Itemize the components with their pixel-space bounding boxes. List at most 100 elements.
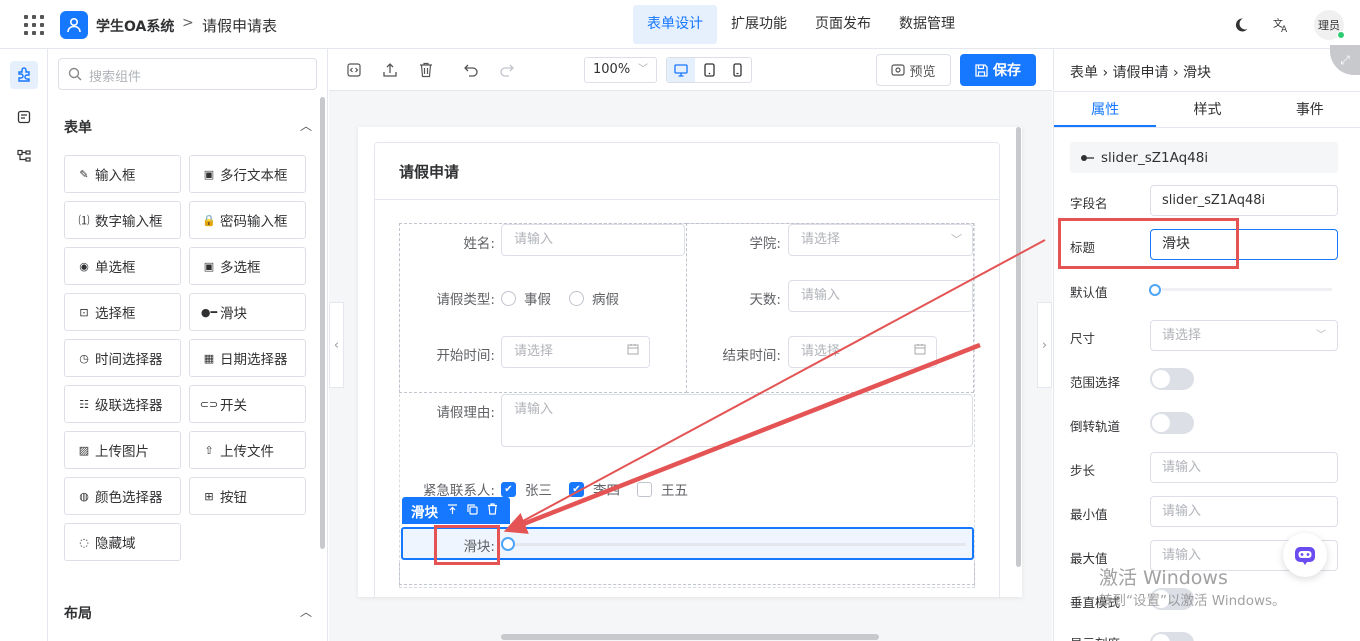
component-label: 多行文本框 [220, 168, 288, 184]
radio-sick-leave[interactable]: 病假 [569, 288, 619, 308]
reason-textarea[interactable]: 请输入 [501, 394, 973, 447]
page-title: 请假申请表 [202, 17, 278, 35]
apps-grid-icon[interactable] [24, 15, 44, 35]
checkbox-contact-zhangsan[interactable]: ✔ 张三 [501, 479, 552, 499]
library-scrollbar[interactable] [320, 97, 325, 549]
component-upload[interactable]: ⇧ 上传文件 [189, 431, 306, 469]
reason-label: 请假理由: [436, 405, 495, 421]
end-time-picker[interactable]: 请选择 [788, 336, 937, 368]
collapse-right-panel-chevron-icon[interactable]: › [1037, 302, 1052, 388]
component-checkbox[interactable]: ▣ 多选框 [189, 247, 306, 285]
copy-icon[interactable] [467, 503, 478, 518]
name-input[interactable]: 请输入 [501, 224, 685, 256]
reverse-track-toggle[interactable] [1150, 412, 1194, 434]
nav-publish[interactable]: 页面发布 [801, 5, 885, 44]
step-input[interactable]: 请输入 [1150, 452, 1338, 483]
delete-icon[interactable] [487, 503, 498, 518]
code-view-icon[interactable] [344, 60, 364, 80]
radio-personal-leave[interactable]: 事假 [501, 288, 551, 308]
import-upload-icon[interactable] [380, 60, 400, 80]
component-label: 日期选择器 [220, 352, 288, 368]
translate-icon[interactable]: 文A [1271, 14, 1293, 36]
move-top-icon[interactable] [447, 503, 458, 518]
nav-extensions[interactable]: 扩展功能 [717, 5, 801, 44]
preview-button[interactable]: 预览 [876, 54, 951, 86]
show-ticks-toggle[interactable] [1150, 632, 1194, 641]
checkbox-icon: ▣ [203, 259, 215, 273]
canvas-horizontal-scrollbar[interactable] [501, 634, 879, 640]
checkbox-contact-lisi[interactable]: ✔ 李四 [569, 479, 620, 499]
rail-outline-tree-icon[interactable] [10, 142, 38, 170]
default-value-label: 默认值 [1070, 285, 1108, 300]
tab-styles[interactable]: 样式 [1156, 92, 1258, 127]
button-icon: ⊞ [204, 489, 214, 503]
component-search-input[interactable]: 搜索组件 [58, 58, 317, 90]
collapse-chevron-up-icon[interactable]: ︿ [300, 603, 312, 620]
component-number[interactable]: ⑴ 数字输入框 [64, 201, 181, 239]
breadcrumb-separator: > [182, 15, 194, 31]
sheet-scrollbar[interactable] [1016, 127, 1021, 567]
college-select[interactable]: 请选择 ﹀ [788, 224, 973, 256]
default-value-slider-handle[interactable] [1149, 284, 1161, 296]
save-button[interactable]: 保存 [960, 54, 1036, 86]
preview-eye-icon [891, 64, 906, 76]
size-label: 尺寸 [1070, 331, 1096, 346]
desktop-device-icon[interactable] [667, 58, 695, 82]
field-name-input[interactable]: slider_sZ1Aq48i [1150, 185, 1338, 216]
days-input[interactable]: 请输入 [788, 280, 973, 312]
end-time-label: 结束时间: [722, 348, 781, 364]
undo-icon[interactable] [461, 60, 481, 80]
slider-handle[interactable] [501, 537, 515, 551]
dark-mode-moon-icon[interactable] [1230, 14, 1252, 36]
save-disk-icon [975, 63, 988, 77]
clear-trash-icon[interactable] [416, 60, 436, 80]
component-eye-off[interactable]: ◌ 隐藏域 [64, 523, 181, 561]
search-icon [68, 67, 82, 85]
component-calendar[interactable]: ▦ 日期选择器 [189, 339, 306, 377]
slider-track[interactable] [511, 543, 966, 546]
step-label: 步长 [1070, 463, 1096, 478]
component-select[interactable]: ⊡ 选择框 [64, 293, 181, 331]
component-image[interactable]: ▨ 上传图片 [64, 431, 181, 469]
checkbox-contact-wangwu[interactable]: 王五 [637, 479, 688, 499]
rail-components-icon[interactable] [10, 61, 38, 89]
component-label: 级联选择器 [95, 398, 163, 414]
component-switch[interactable]: ⊂⊃ 开关 [189, 385, 306, 423]
checkbox-label: 王五 [661, 483, 688, 499]
size-select[interactable]: 请选择 ﹀ [1150, 320, 1338, 351]
rail-datasource-icon[interactable] [10, 103, 38, 131]
tablet-device-icon[interactable] [695, 58, 723, 82]
start-time-picker[interactable]: 请选择 [501, 336, 650, 368]
component-palette[interactable]: ◍ 颜色选择器 [64, 477, 181, 515]
mobile-device-icon[interactable] [723, 58, 751, 82]
user-avatar[interactable]: 理员 [1314, 10, 1345, 40]
select-icon: ⊡ [79, 305, 89, 319]
component-cascader[interactable]: ☷ 级联选择器 [64, 385, 181, 423]
component-radio[interactable]: ◉ 单选框 [64, 247, 181, 285]
tab-attributes[interactable]: 属性 [1054, 92, 1157, 127]
breadcrumb-leave-form[interactable]: 请假申请 [1113, 65, 1169, 81]
collapse-left-panel-chevron-icon[interactable]: ‹ [329, 302, 344, 388]
min-value-input[interactable]: 请输入 [1150, 496, 1338, 527]
component-button[interactable]: ⊞ 按钮 [189, 477, 306, 515]
component-clock[interactable]: ◷ 时间选择器 [64, 339, 181, 377]
redo-icon[interactable] [497, 60, 517, 80]
app-name: 学生OA系统 [96, 19, 175, 35]
default-value-slider-track[interactable] [1162, 288, 1332, 291]
nav-form-design[interactable]: 表单设计 [633, 5, 717, 44]
component-label: 时间选择器 [95, 352, 163, 368]
collapse-chevron-up-icon[interactable]: ︿ [300, 117, 312, 134]
zoom-select[interactable]: 100% ﹀ [584, 57, 657, 83]
component-lock[interactable]: 🔒 密码输入框 [189, 201, 306, 239]
tab-events[interactable]: 事件 [1259, 92, 1360, 127]
end-time-placeholder: 请选择 [801, 344, 841, 359]
top-bar: 学生OA系统 > 请假申请表 表单设计 扩展功能 页面发布 数据管理 文A 理员 [0, 0, 1360, 49]
component-textarea[interactable]: ▣ 多行文本框 [189, 155, 306, 193]
component-slider[interactable]: ●━ 滑块 [189, 293, 306, 331]
assistant-robot-icon[interactable] [1283, 533, 1327, 577]
range-select-toggle[interactable] [1150, 368, 1194, 390]
breadcrumb-form[interactable]: 表单 [1070, 65, 1098, 81]
component-pencil[interactable]: ✎ 输入框 [64, 155, 181, 193]
breadcrumb-slider: 滑块 [1183, 65, 1212, 81]
nav-data-management[interactable]: 数据管理 [885, 5, 969, 44]
